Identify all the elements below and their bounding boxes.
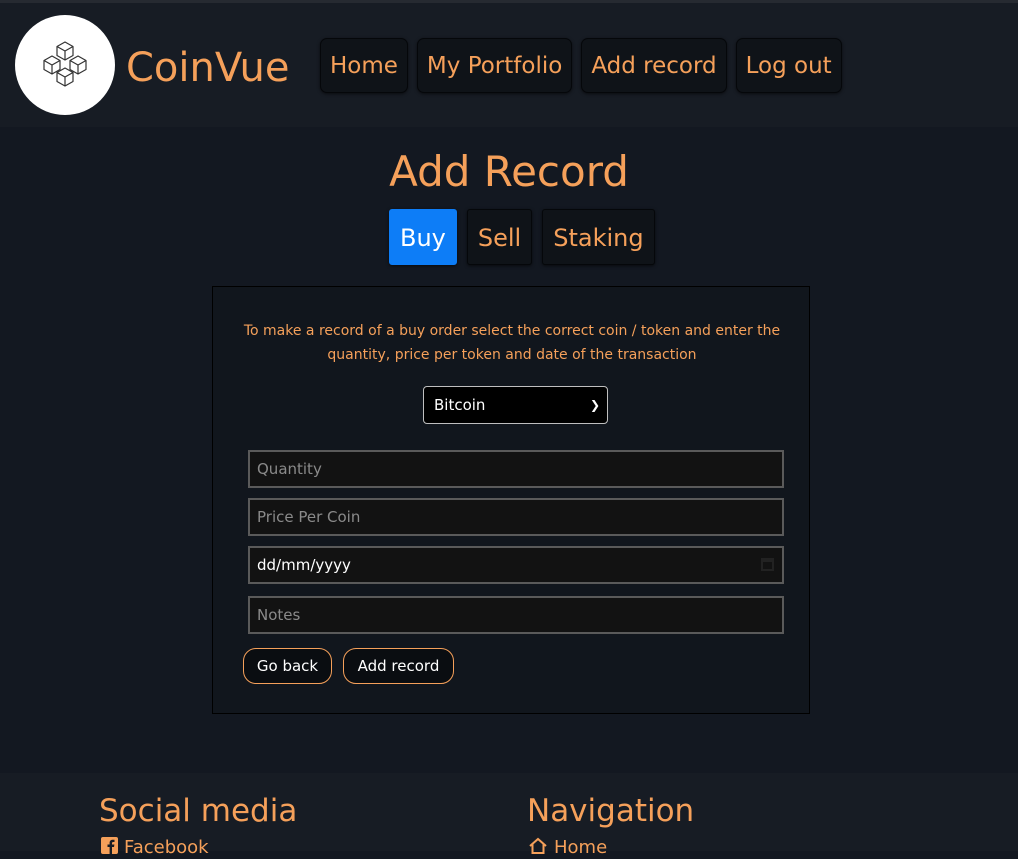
coin-select[interactable]: Bitcoin ❯ [423,386,608,424]
nav-my-portfolio[interactable]: My Portfolio [416,38,573,93]
blocks-cube-icon [43,41,87,87]
footer-home-link[interactable]: Home [528,837,607,859]
footer-home-label: Home [554,837,608,858]
tab-sell[interactable]: Sell [466,209,533,265]
facebook-link-label: Facebook [124,837,209,858]
nav-home[interactable]: Home [320,38,408,93]
facebook-link[interactable]: Facebook [101,837,209,859]
logo[interactable] [15,15,115,115]
social-media-heading: Social media [99,793,298,829]
go-back-button[interactable]: Go back [243,648,332,684]
buy-form-panel: To make a record of a buy order select t… [212,286,810,714]
navigation-heading: Navigation [527,793,695,829]
home-icon [529,837,547,854]
price-per-coin-input[interactable]: Price Per Coin [248,498,784,536]
notes-input[interactable]: Notes [248,596,784,634]
tab-buy[interactable]: Buy [389,209,457,265]
nav-log-out[interactable]: Log out [735,38,842,93]
site-footer: Social media Navigation Facebook Home [0,773,1018,858]
add-record-button[interactable]: Add record [343,648,454,684]
site-header: CoinVue Home My Portfolio Add record Log… [0,3,1018,127]
date-placeholder: dd/mm/yyyy [257,556,351,574]
page-title: Add Record [389,147,629,196]
facebook-icon [101,837,118,854]
chevron-down-icon: ❯ [589,398,600,412]
form-instructions: To make a record of a buy order select t… [243,323,781,363]
coin-select-value: Bitcoin [434,396,486,414]
tab-staking[interactable]: Staking [542,209,655,265]
record-type-tabs: Buy Sell Staking [389,209,655,265]
brand-name[interactable]: CoinVue [126,43,289,93]
quantity-input[interactable]: Quantity [248,450,784,488]
nav-add-record[interactable]: Add record [581,38,727,93]
calendar-icon[interactable] [761,558,774,571]
date-input[interactable]: dd/mm/yyyy [248,546,784,584]
main-nav: Home My Portfolio Add record Log out [320,38,842,93]
